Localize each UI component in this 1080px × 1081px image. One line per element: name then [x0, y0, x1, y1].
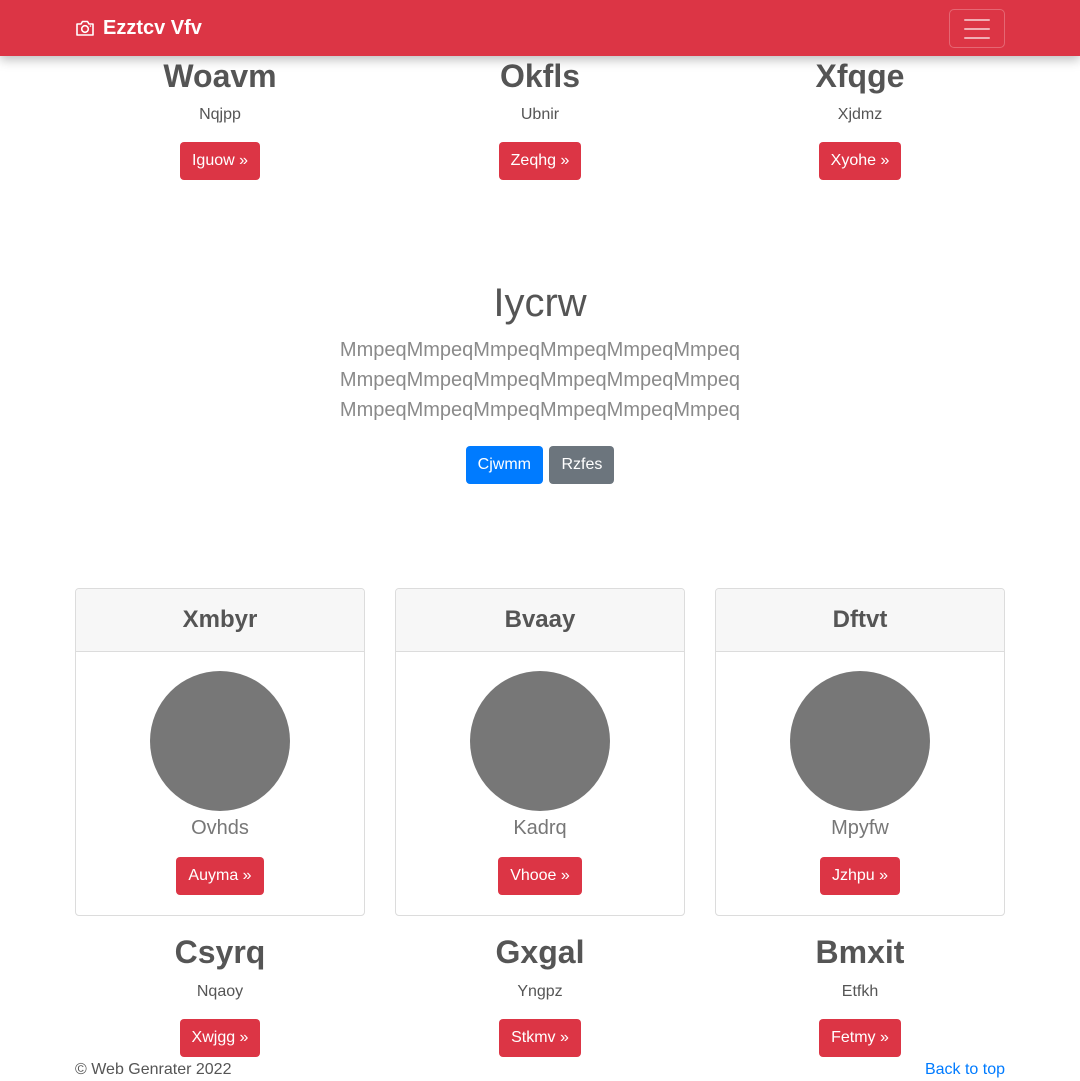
feature-title: Okfls: [499, 58, 581, 94]
lead-line: MmpeqMmpeqMmpeqMmpeqMmpeqMmpeq: [339, 399, 741, 421]
feature-title: Gxgal: [495, 934, 585, 970]
avatar-placeholder: [150, 671, 290, 811]
card: Xmbyr Ovhds Auyma »: [75, 588, 365, 916]
feature-button[interactable]: Xyohe »: [818, 142, 902, 180]
card-button[interactable]: Vhooe »: [498, 857, 582, 895]
feature-text: Xjdmz: [837, 106, 883, 123]
card-header: Dftvt: [716, 589, 1004, 652]
card-header: Xmbyr: [76, 589, 364, 652]
feature-title: Csyrq: [174, 934, 266, 970]
feature-title: Xfqge: [815, 58, 905, 94]
back-to-top-link[interactable]: Back to top: [925, 1060, 1005, 1080]
feature-text: Ubnir: [520, 106, 560, 123]
feature-button[interactable]: Stkmv »: [499, 1019, 581, 1057]
navbar: Ezztcv Vfv: [0, 0, 1080, 56]
feature-button[interactable]: Fetmy »: [819, 1019, 901, 1057]
feature-button[interactable]: Iguow »: [179, 142, 261, 180]
card-header: Bvaay: [396, 589, 684, 652]
feature-text: Etfkh: [841, 983, 879, 1000]
jumbotron-lead: MmpeqMmpeqMmpeqMmpeqMmpeqMmpeq MmpeqMmpe…: [0, 335, 1080, 425]
card: Bvaay Kadrq Vhooe »: [395, 588, 685, 916]
lead-line: MmpeqMmpeqMmpeqMmpeqMmpeqMmpeq: [339, 369, 741, 391]
jumbotron-buttons: Cjwmm Rzfes: [0, 446, 1080, 484]
jumbotron-title: Iycrw: [493, 281, 587, 325]
hamburger-icon: [964, 18, 990, 39]
brand-label: Ezztcv Vfv: [103, 16, 202, 39]
navbar-toggler-button[interactable]: [949, 9, 1005, 48]
feature-title: Woavm: [163, 58, 277, 94]
primary-button[interactable]: Cjwmm: [465, 446, 543, 484]
lead-line: MmpeqMmpeqMmpeqMmpeqMmpeqMmpeq: [339, 339, 741, 361]
card: Dftvt Mpyfw Jzhpu »: [715, 588, 1005, 916]
card-button[interactable]: Jzhpu »: [819, 857, 901, 895]
card-name: Kadrq: [513, 817, 567, 839]
avatar-placeholder: [470, 671, 610, 811]
feature-button[interactable]: Xwjgg »: [179, 1019, 261, 1057]
feature-title: Bmxit: [815, 934, 905, 970]
card-name: Mpyfw: [831, 817, 889, 839]
feature-text: Nqaoy: [196, 983, 244, 1000]
footer-copyright: © Web Genrater 2022: [75, 1061, 232, 1078]
feature-text: Yngpz: [517, 983, 563, 1000]
navbar-brand[interactable]: Ezztcv Vfv: [75, 0, 202, 56]
feature-text: Nqjpp: [199, 106, 241, 123]
card-name: Ovhds: [191, 817, 249, 839]
card-button[interactable]: Auyma »: [176, 857, 264, 895]
camera-icon: [75, 19, 95, 37]
feature-button[interactable]: Zeqhg »: [498, 142, 582, 180]
avatar-placeholder: [790, 671, 930, 811]
secondary-button[interactable]: Rzfes: [549, 446, 615, 484]
